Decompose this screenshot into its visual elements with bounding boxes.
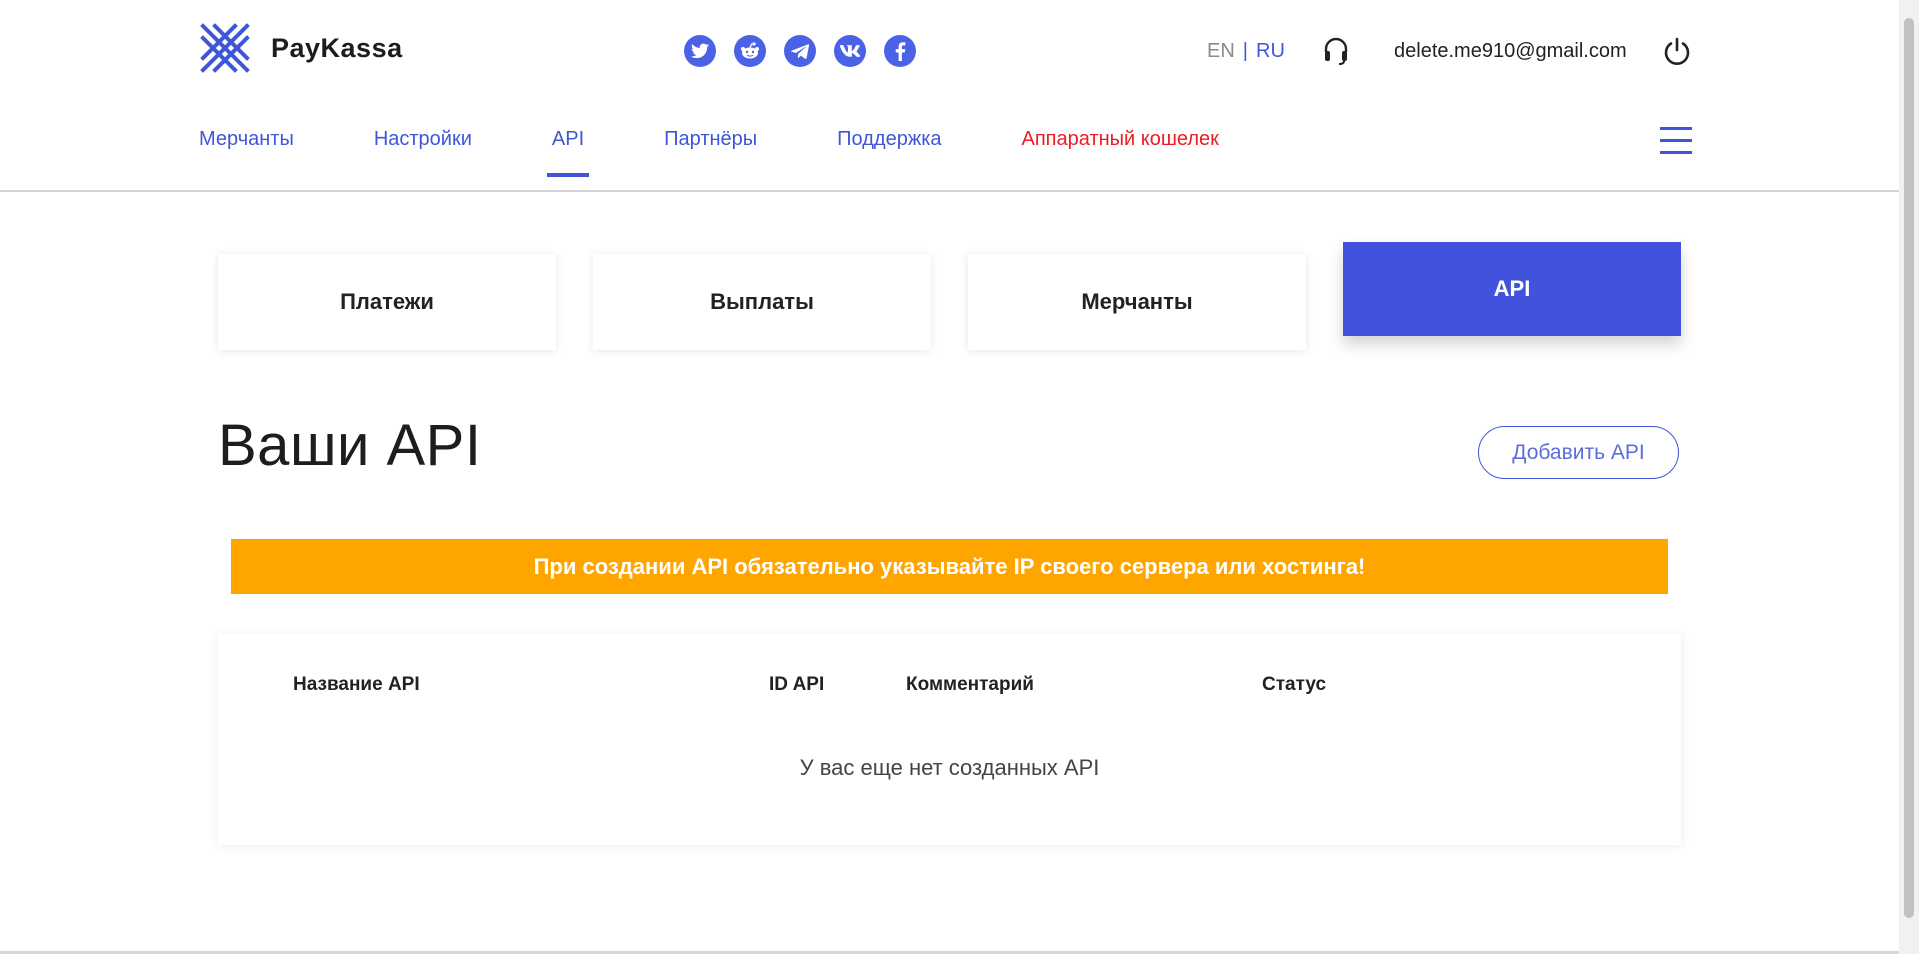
facebook-icon[interactable] — [884, 35, 916, 67]
paykassa-logo-icon — [200, 23, 250, 73]
nav-item-merchants[interactable]: Мерчанты — [199, 128, 294, 169]
hamburger-menu-icon[interactable] — [1660, 127, 1692, 155]
tab-api[interactable]: API — [1343, 242, 1681, 336]
nav-item-partners[interactable]: Партнёры — [664, 128, 757, 169]
lang-separator: | — [1242, 40, 1248, 62]
lang-ru[interactable]: RU — [1256, 40, 1285, 63]
page: PayKassa EN | RU delete.me910@gmail.com … — [0, 0, 1899, 954]
header: PayKassa EN | RU delete.me910@gmail.com … — [0, 0, 1899, 192]
main-nav: Мерчанты Настройки API Партнёры Поддержк… — [199, 128, 1299, 177]
tab-payouts[interactable]: Выплаты — [593, 254, 931, 350]
api-table: Название API ID API Комментарий Статус У… — [218, 634, 1681, 845]
empty-state-text: У вас еще нет созданных API — [799, 755, 1100, 780]
add-api-button[interactable]: Добавить API — [1478, 426, 1679, 479]
tab-payments[interactable]: Платежи — [218, 254, 556, 350]
headset-icon[interactable] — [1322, 36, 1350, 71]
nav-item-support[interactable]: Поддержка — [837, 128, 941, 169]
lang-en[interactable]: EN — [1207, 40, 1235, 63]
twitter-icon[interactable] — [684, 35, 716, 67]
logo[interactable]: PayKassa — [199, 22, 403, 74]
nav-item-settings[interactable]: Настройки — [374, 128, 472, 169]
column-header-api-id: ID API — [769, 674, 825, 695]
column-header-status: Статус — [1262, 674, 1327, 695]
vertical-scrollbar[interactable] — [1899, 0, 1919, 954]
telegram-icon[interactable] — [784, 35, 816, 67]
column-header-comment: Комментарий — [906, 674, 1034, 695]
column-header-api-name: Название API — [293, 674, 420, 695]
warning-banner: При создании API обязательно указывайте … — [231, 539, 1668, 594]
social-links — [684, 35, 916, 67]
user-email[interactable]: delete.me910@gmail.com — [1394, 40, 1627, 63]
logout-power-icon[interactable] — [1662, 36, 1692, 71]
nav-item-hardware-wallet[interactable]: Аппаратный кошелек — [1022, 128, 1219, 169]
brand-name: PayKassa — [271, 32, 403, 63]
page-title: Ваши API — [218, 413, 482, 478]
language-switcher: EN | RU — [1207, 40, 1285, 63]
scrollbar-thumb[interactable] — [1904, 18, 1914, 918]
tab-merchants[interactable]: Мерчанты — [968, 254, 1306, 350]
reddit-icon[interactable] — [734, 35, 766, 67]
vk-icon[interactable] — [834, 35, 866, 67]
nav-item-api[interactable]: API — [546, 128, 590, 177]
